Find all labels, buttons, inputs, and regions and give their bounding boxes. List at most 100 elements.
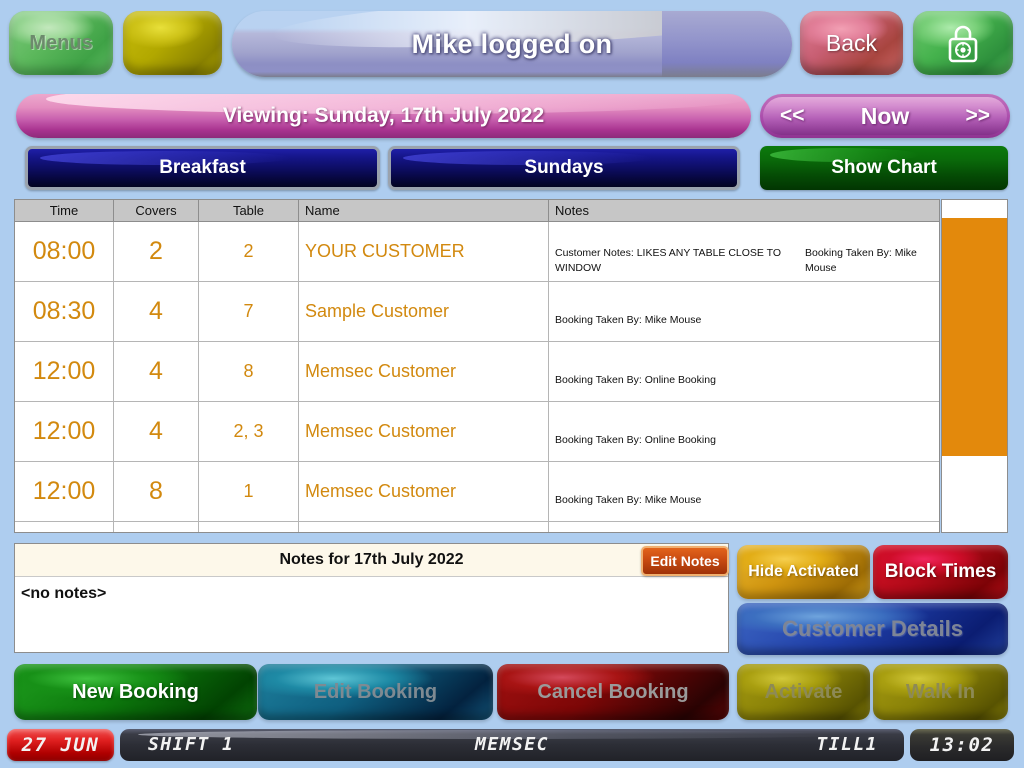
table-row[interactable] [15, 522, 939, 532]
status-date-label: 27 JUN [21, 734, 100, 756]
cell-notes-line1: Customer Notes: LIKES ANY TABLE CLOSE TO… [555, 247, 782, 274]
cell-covers: 4 [114, 282, 199, 341]
menus-button[interactable]: Menus [9, 11, 113, 75]
cell-name: Memsec Customer [299, 402, 549, 461]
back-button-label: Back [825, 29, 878, 56]
menus-button-label: Menus [29, 31, 93, 54]
page-title: Mike logged on [411, 28, 613, 59]
status-clock-label: 13:02 [929, 734, 995, 756]
table-row[interactable]: 08:00 2 2 YOUR CUSTOMER Customer Notes: … [15, 222, 939, 282]
cancel-booking-button[interactable]: Cancel Booking [497, 664, 729, 720]
cell-covers: 8 [114, 462, 199, 521]
cell-notes-line2: Booking Taken By: Mike Mouse [805, 247, 917, 274]
day-notes-body: <no notes> [21, 585, 107, 602]
cell-notes: Booking Taken By: Mike Mouse [549, 462, 938, 521]
column-header-covers: Covers [114, 200, 199, 221]
cell-time: 12:00 [15, 462, 114, 521]
new-booking-button[interactable]: New Booking [14, 664, 257, 720]
viewing-date-label: Viewing: Sunday, 17th July 2022 [222, 104, 545, 127]
hide-activated-label: Hide Activated [748, 563, 859, 580]
status-till-label: TILL1 [816, 734, 878, 755]
block-times-button[interactable]: Block Times [873, 545, 1008, 599]
cell-time: 08:30 [15, 282, 114, 341]
walk-in-label: Walk In [905, 680, 976, 703]
cell-notes: Booking Taken By: Online Booking [549, 402, 938, 461]
next-day-button[interactable]: >> [965, 104, 990, 128]
cell-covers: 4 [114, 402, 199, 461]
date-navigation[interactable]: << Now >> [760, 94, 1010, 138]
customer-details-button[interactable]: Customer Details [737, 603, 1008, 655]
walk-in-button[interactable]: Walk In [873, 664, 1008, 720]
cell-name: Memsec Customer [299, 462, 549, 521]
new-booking-label: New Booking [72, 680, 199, 703]
tab-sundays-label: Sundays [524, 157, 604, 178]
cell-notes-line1: Booking Taken By: Mike Mouse [555, 314, 702, 327]
table-row[interactable]: 12:00 4 2, 3 Memsec Customer Booking Tak… [15, 402, 939, 462]
cell-table: 7 [199, 282, 299, 341]
hide-activated-button[interactable]: Hide Activated [737, 545, 870, 599]
cell-notes-line1: Booking Taken By: Mike Mouse [555, 494, 702, 507]
column-header-table: Table [199, 200, 299, 221]
activate-button[interactable]: Activate [737, 664, 870, 720]
unlabeled-yellow-button[interactable] [123, 11, 222, 75]
top-bar: Menus Mike logged on Back [0, 0, 1024, 86]
edit-notes-button[interactable]: Edit Notes [641, 546, 729, 576]
activate-label: Activate [764, 680, 843, 703]
status-bar: SHIFT 1 MEMSEC TILL1 [120, 729, 904, 761]
cell-time [15, 522, 114, 532]
cell-name: Sample Customer [299, 282, 549, 341]
table-scrollbar-thumb[interactable] [942, 218, 1007, 456]
prev-day-button[interactable]: << [780, 104, 805, 128]
table-scrollbar[interactable] [941, 199, 1008, 533]
cell-table [199, 522, 299, 532]
column-header-name: Name [299, 200, 549, 221]
cell-notes: Booking Taken By: Online Booking [549, 342, 938, 401]
cell-name: Memsec Customer [299, 342, 549, 401]
tab-sundays[interactable]: Sundays [388, 146, 740, 190]
column-header-notes: Notes [555, 203, 589, 218]
cell-time: 12:00 [15, 402, 114, 461]
cell-covers: 2 [114, 222, 199, 281]
table-row[interactable]: 08:30 4 7 Sample Customer Booking Taken … [15, 282, 939, 342]
cancel-booking-label: Cancel Booking [537, 680, 689, 703]
status-clock: 13:02 [910, 729, 1014, 761]
cell-notes: Customer Notes: LIKES ANY TABLE CLOSE TO… [549, 222, 938, 281]
back-button[interactable]: Back [800, 11, 903, 75]
edit-booking-button[interactable]: Edit Booking [258, 664, 493, 720]
show-chart-label: Show Chart [831, 157, 937, 178]
tab-breakfast[interactable]: Breakfast [25, 146, 380, 190]
cell-notes-line1: Booking Taken By: Online Booking [555, 374, 716, 387]
cell-name [299, 522, 549, 532]
cell-notes-line1: Booking Taken By: Online Booking [555, 434, 716, 447]
lock-button[interactable] [913, 11, 1013, 75]
status-date-badge: 27 JUN [7, 729, 114, 761]
cell-time: 08:00 [15, 222, 114, 281]
cell-covers [114, 522, 199, 532]
cell-table: 2, 3 [199, 402, 299, 461]
show-chart-button[interactable]: Show Chart [760, 146, 1008, 190]
cell-notes [549, 522, 938, 532]
cell-covers: 4 [114, 342, 199, 401]
table-row[interactable]: 12:00 4 8 Memsec Customer Booking Taken … [15, 342, 939, 402]
customer-details-label: Customer Details [782, 616, 963, 641]
tab-breakfast-label: Breakfast [159, 157, 246, 178]
cell-table: 1 [199, 462, 299, 521]
cell-time: 12:00 [15, 342, 114, 401]
title-plate: Mike logged on [232, 11, 792, 77]
table-row[interactable]: 12:00 8 1 Memsec Customer Booking Taken … [15, 462, 939, 522]
cell-notes: Booking Taken By: Mike Mouse [549, 282, 938, 341]
status-venue-label: MEMSEC [474, 734, 550, 755]
table-header-row: Time Covers Table Name Notes [15, 200, 939, 222]
day-notes-title: Notes for 17th July 2022 [15, 544, 728, 577]
padlock-combination-icon [948, 25, 978, 63]
bookings-table: Time Covers Table Name Notes 08:00 2 2 Y… [14, 199, 940, 533]
edit-notes-label: Edit Notes [650, 553, 720, 569]
cell-name: YOUR CUSTOMER [299, 222, 549, 281]
cell-table: 2 [199, 222, 299, 281]
column-header-time: Time [15, 200, 114, 221]
now-button[interactable]: Now [861, 103, 910, 130]
edit-booking-label: Edit Booking [313, 680, 438, 703]
viewing-date-banner: Viewing: Sunday, 17th July 2022 [16, 94, 751, 138]
day-notes-panel: Notes for 17th July 2022 <no notes> [14, 543, 729, 653]
cell-table: 8 [199, 342, 299, 401]
